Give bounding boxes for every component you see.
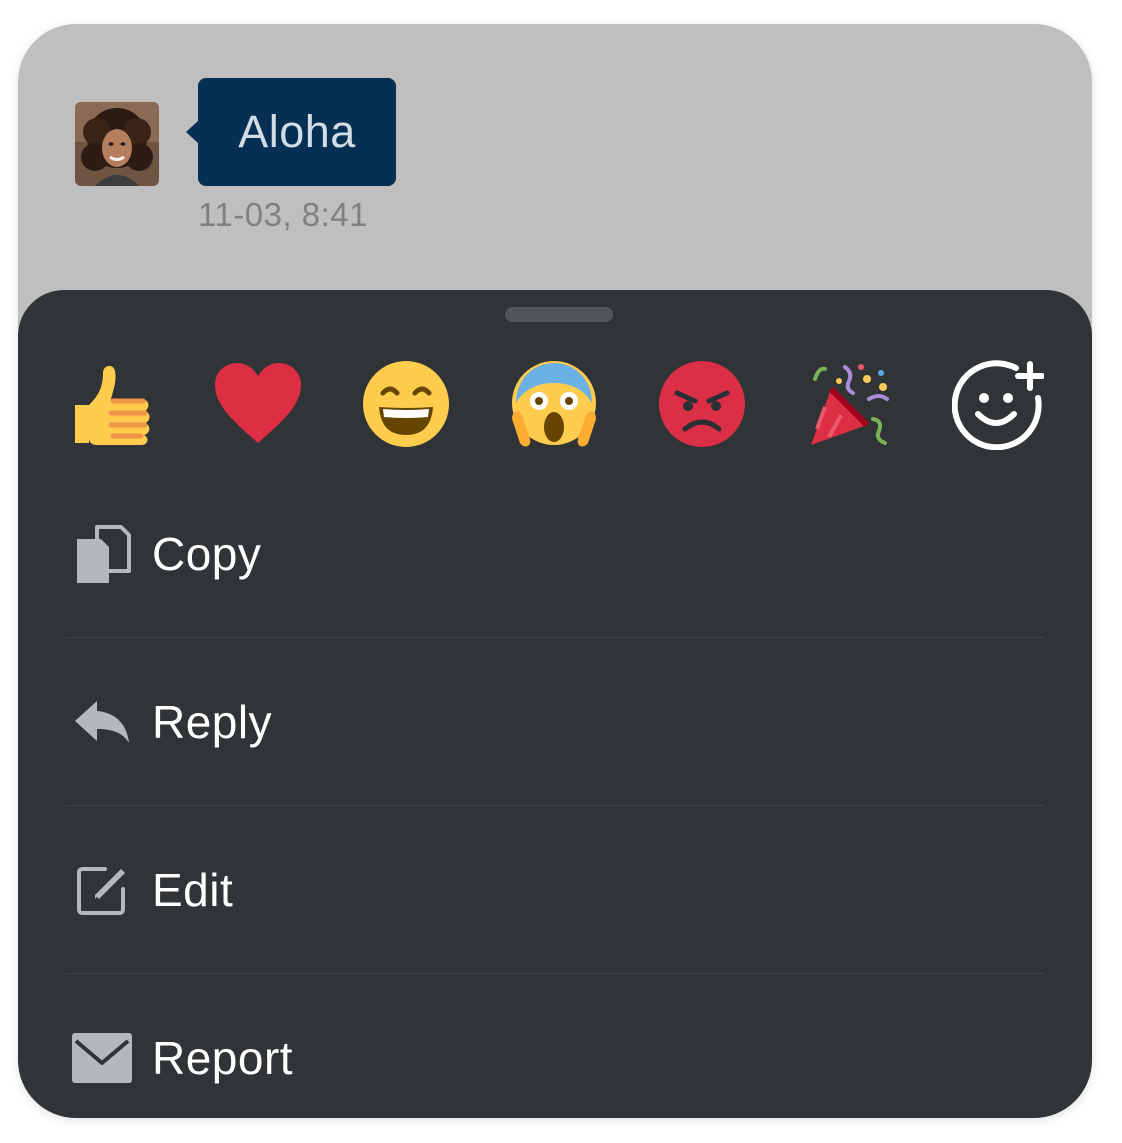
edit-icon [70,858,134,922]
menu-label-report: Report [152,1032,294,1084]
copy-icon [70,522,134,586]
reaction-bar [64,356,1054,452]
avatar[interactable] [75,102,159,186]
action-sheet: Copy Reply Edit Report [18,290,1092,1118]
reaction-add[interactable] [952,356,1044,452]
reaction-thumbs-up[interactable] [64,356,156,452]
reaction-scream[interactable] [508,356,600,452]
menu-label-copy: Copy [152,528,262,580]
menu-label-edit: Edit [152,864,234,916]
angry-face-emoji-icon [659,361,745,447]
party-popper-emoji-icon [811,364,889,445]
reaction-party[interactable] [804,356,896,452]
screaming-face-emoji-icon [512,361,596,447]
message-bubble[interactable]: Aloha [186,78,396,186]
reaction-heart[interactable] [212,356,304,452]
menu-label-reply: Reply [152,696,273,748]
message-card: Aloha 11-03, 8:41 Copy Reply Edit Report [18,24,1092,1118]
menu-item-edit[interactable]: Edit [66,806,1044,974]
reaction-angry[interactable] [656,356,748,452]
menu-item-copy[interactable]: Copy [66,470,1044,638]
message-text: Aloha [238,106,356,157]
red-heart-emoji-icon [215,363,301,443]
avatar-photo-icon [75,102,159,186]
message-timestamp: 11-03, 8:41 [198,196,369,233]
envelope-icon [70,1026,134,1090]
reaction-grin[interactable] [360,356,452,452]
menu-item-report[interactable]: Report [66,974,1044,1118]
thumbs-up-emoji-icon [75,365,150,445]
menu-item-reply[interactable]: Reply [66,638,1044,806]
sheet-drag-handle[interactable] [505,307,613,322]
add-reaction-icon [952,360,1044,450]
reply-icon [70,690,134,754]
grinning-face-emoji-icon [363,361,449,447]
